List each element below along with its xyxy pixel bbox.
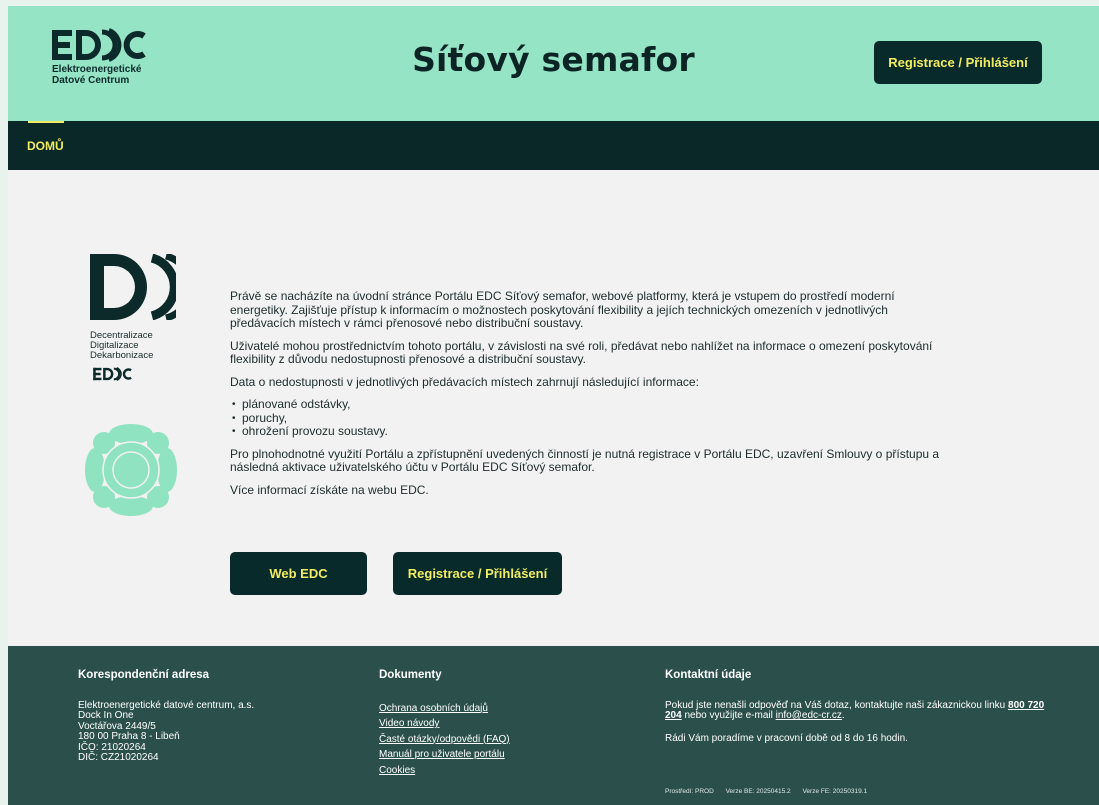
flower-graphic: [85, 424, 177, 516]
footer-contact-heading: Kontaktní údaje: [665, 669, 752, 681]
address-line: Dock In One: [78, 710, 134, 721]
intro-paragraph-1: Právě se nacházíte na úvodní stránce Por…: [230, 289, 895, 330]
version-fe: Verze FE: 20250319.1: [802, 788, 868, 795]
intro-paragraph-3: Data o nedostupnosti v jednotlivých před…: [230, 374, 699, 389]
caption-dekarbonizace: Dekarbonizace: [90, 350, 154, 361]
footer-documents: Dokumenty Ochrana osobních údajů Video n…: [379, 670, 609, 778]
edc-small-logo: [93, 367, 132, 381]
main-login-button[interactable]: Registrace / Přihlášení: [393, 552, 562, 595]
email-link[interactable]: info@edc-cr.cz: [776, 710, 842, 721]
footer: Korespondenční adresa Elektroenergetické…: [8, 646, 1099, 805]
link-video-guides[interactable]: Video návody: [379, 716, 609, 732]
footer-address-heading: Korespondenční adresa: [78, 669, 210, 681]
version-be: Verze BE: 20250415.2: [725, 788, 791, 795]
header: Elektroenergetické Datové Centrum Síťový…: [8, 6, 1099, 121]
list-item: ohrožení provozu soustavy.: [230, 424, 940, 439]
intro-paragraph-2: Uživatelé mohou prostřednictvím tohoto p…: [230, 338, 933, 366]
list-item: plánované odstávky,: [230, 397, 940, 412]
intro-paragraph-4: Pro plnohodnotné využití Portálu a zpřís…: [230, 446, 940, 474]
contact-text-intro: Pokud jste nenašli odpověď na Váš dotaz,…: [665, 699, 1009, 711]
main-nav: DOMŮ: [8, 121, 1099, 170]
link-cookies[interactable]: Cookies: [379, 763, 609, 779]
footer-documents-heading: Dokumenty: [379, 669, 442, 681]
link-user-manual[interactable]: Manuál pro uživatele portálu: [379, 747, 609, 763]
address-line: 180 00 Praha 8 - Libeň: [78, 731, 180, 742]
ddd-caption: Decentralizace Digitalizace Dekarbonizac…: [90, 331, 190, 361]
link-faq[interactable]: Časté otázky/odpovědi (FAQ): [379, 732, 609, 748]
ddd-logo: Decentralizace Digitalizace Dekarbonizac…: [90, 252, 194, 361]
version-info: Prostředí: PROD Verze BE: 20250415.2 Ver…: [665, 788, 877, 795]
ddd-logo-mark: [90, 252, 194, 322]
intro-text: Právě se nacházíte na úvodní stránce Por…: [230, 289, 940, 506]
page-frame: Elektroenergetické Datové Centrum Síťový…: [8, 6, 1099, 805]
address-line: DIČ: CZ21020264: [78, 752, 159, 763]
web-edc-button[interactable]: Web EDC: [230, 552, 367, 595]
contact-text: Pokud jste nenašli odpověď na Váš dotaz,…: [665, 699, 1045, 722]
unavailability-list: plánované odstávky, poruchy, ohrožení pr…: [230, 397, 940, 439]
environment-label: Prostředí: PROD: [665, 788, 714, 795]
footer-address: Korespondenční adresa Elektroenergetické…: [78, 670, 318, 764]
header-login-button[interactable]: Registrace / Přihlášení: [874, 41, 1042, 84]
footer-contact: Kontaktní údaje Pokud jste nenašli odpov…: [665, 670, 1045, 756]
link-privacy[interactable]: Ochrana osobních údajů: [379, 701, 609, 717]
contact-hours: Rádi Vám poradíme v pracovní době od 8 d…: [665, 732, 908, 744]
list-item: poruchy,: [230, 411, 940, 426]
main-content: Decentralizace Digitalizace Dekarbonizac…: [8, 170, 1099, 646]
contact-text-mid: nebo využijte e-mail: [681, 710, 776, 721]
nav-item-home[interactable]: DOMŮ: [27, 121, 64, 170]
intro-paragraph-5: Více informací získáte na webu EDC.: [230, 482, 429, 497]
contact-text-end: .: [841, 710, 845, 721]
